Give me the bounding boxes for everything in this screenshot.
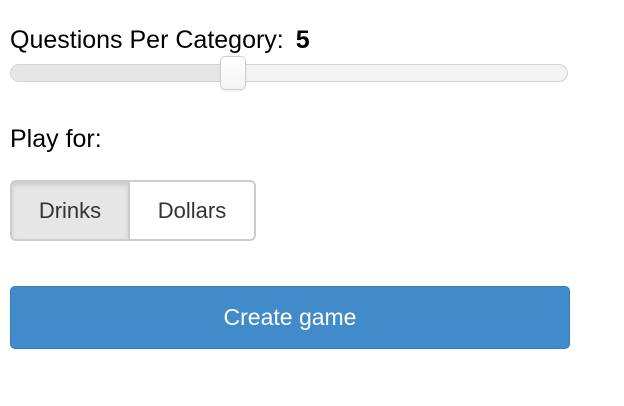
questions-per-category-slider[interactable]: [10, 64, 568, 82]
slider-fill: [11, 65, 235, 81]
questions-per-category-label: Questions Per Category:: [10, 26, 284, 54]
create-game-button[interactable]: Create game: [10, 286, 570, 349]
slider-thumb[interactable]: [220, 56, 247, 90]
questions-per-category-row: Questions Per Category: 5: [10, 24, 310, 56]
questions-per-category-value: 5: [295, 26, 310, 54]
play-for-toggle-group: Drinks Dollars: [10, 180, 256, 241]
drinks-option-button[interactable]: Drinks: [12, 182, 130, 239]
play-for-label: Play for:: [10, 125, 102, 153]
dollars-option-button[interactable]: Dollars: [130, 182, 254, 239]
